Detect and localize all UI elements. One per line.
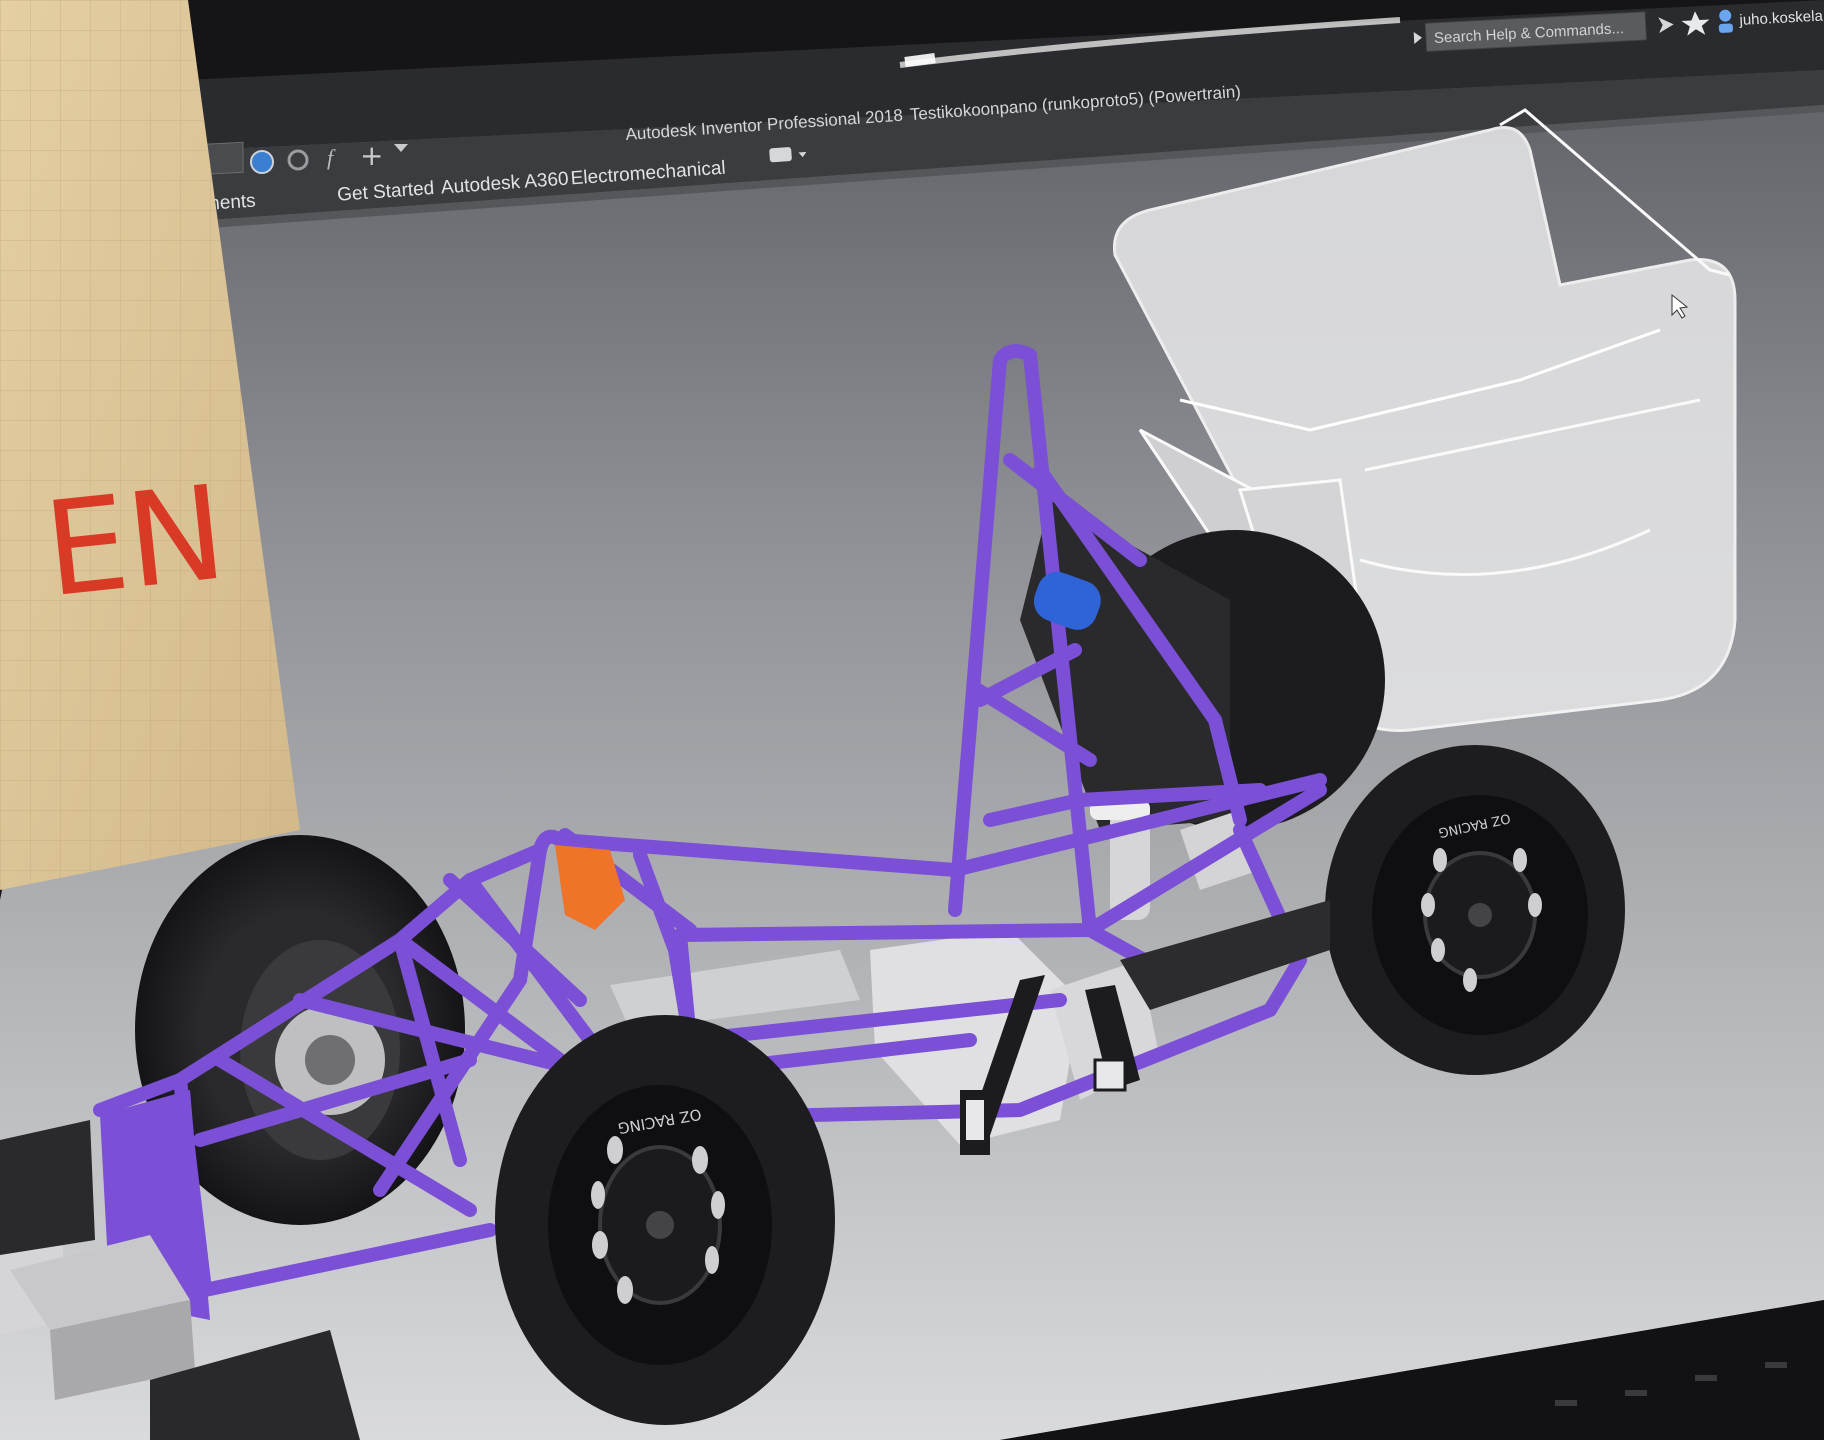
appearance-icon[interactable] [250, 150, 274, 174]
plus-icon[interactable]: + [360, 139, 383, 172]
photo-of-monitor: f + Autodesk Inventor Professional 2018 … [0, 0, 1824, 1440]
ribbon-options-icon[interactable] [769, 147, 792, 163]
rear-right-wheel[interactable]: OZ RACING [1325, 745, 1625, 1075]
paper-note-text: EN [38, 456, 232, 626]
front-right-wheel[interactable]: OZ RACING [495, 1015, 835, 1425]
